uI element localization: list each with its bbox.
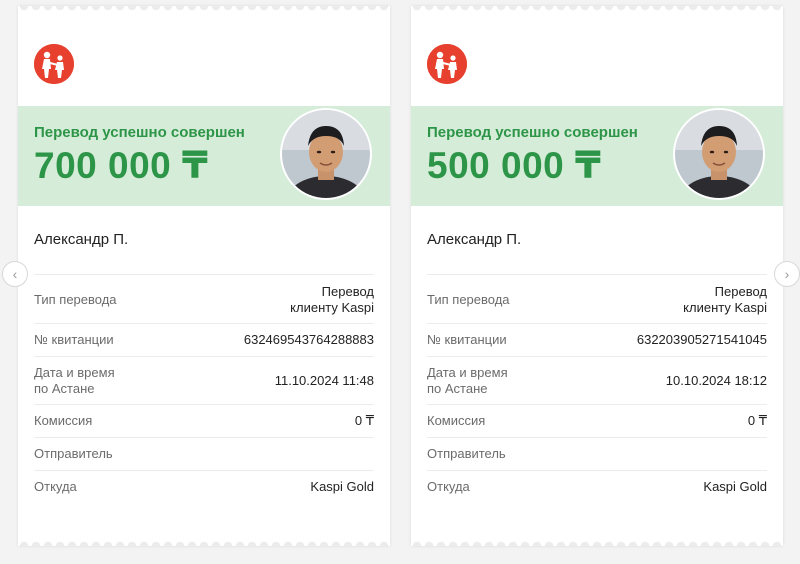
receipt-edge-top — [411, 6, 783, 16]
row-label: Комиссия — [427, 413, 486, 428]
row-label: Откуда — [427, 479, 470, 494]
row-sender: Отправитель — [34, 444, 374, 464]
divider — [34, 356, 374, 357]
row-transfer-type: Тип перевода Перевод клиенту Kaspi — [427, 283, 767, 317]
row-receipt-number: № квитанции 632469543764288883 — [34, 330, 374, 350]
kaspi-logo-icon — [34, 44, 74, 84]
divider — [34, 437, 374, 438]
row-label: № квитанции — [34, 332, 114, 347]
chevron-right-icon[interactable]: › — [774, 261, 800, 287]
success-banner: Перевод успешно совершен 700 000 ₸ — [18, 106, 390, 206]
row-transfer-type: Тип перевода Перевод клиенту Kaspi — [34, 283, 374, 317]
row-value: Kaspi Gold — [310, 479, 374, 494]
row-value: 0 ₸ — [354, 413, 374, 428]
row-source: Откуда Kaspi Gold — [34, 477, 374, 497]
row-value: 632203905271541045 — [636, 332, 767, 347]
row-source: Откуда Kaspi Gold — [427, 477, 767, 497]
row-label: Отправитель — [427, 446, 506, 461]
row-commission: Комиссия 0 ₸ — [427, 411, 767, 431]
transfer-amount: 500 000 ₸ — [427, 145, 602, 186]
recipient-name: Александр П. — [34, 231, 129, 248]
kaspi-logo-icon — [427, 44, 467, 84]
row-value: Перевод клиенту Kaspi — [683, 284, 767, 315]
row-datetime: Дата и время по Астане 10.10.2024 18:12 — [427, 364, 767, 398]
row-value: 0 ₸ — [747, 413, 767, 428]
divider — [34, 404, 374, 405]
row-value: Перевод клиенту Kaspi — [290, 284, 374, 315]
status-title: Перевод успешно совершен — [34, 124, 245, 141]
receipt-edge-bottom — [18, 536, 390, 546]
row-label: Комиссия — [34, 413, 93, 428]
row-label: Тип перевода — [427, 292, 510, 307]
row-label: Дата и время по Астане — [427, 365, 508, 396]
divider — [427, 437, 767, 438]
row-value: 11.10.2024 11:48 — [274, 373, 374, 388]
row-datetime: Дата и время по Астане 11.10.2024 11:48 — [34, 364, 374, 398]
divider — [34, 323, 374, 324]
receipt-edge-bottom — [411, 536, 783, 546]
recipient-avatar — [282, 110, 370, 198]
row-sender: Отправитель — [427, 444, 767, 464]
divider — [427, 470, 767, 471]
transfer-amount: 700 000 ₸ — [34, 145, 209, 186]
chevron-left-icon[interactable]: ‹ — [2, 261, 28, 287]
row-label: № квитанции — [427, 332, 507, 347]
success-banner: Перевод успешно совершен 500 000 ₸ — [411, 106, 783, 206]
row-label: Откуда — [34, 479, 77, 494]
row-commission: Комиссия 0 ₸ — [34, 411, 374, 431]
divider — [34, 274, 374, 275]
row-label: Дата и время по Астане — [34, 365, 115, 396]
divider — [427, 323, 767, 324]
recipient-avatar — [675, 110, 763, 198]
divider — [427, 404, 767, 405]
row-value: Kaspi Gold — [703, 479, 767, 494]
receipt-card: Перевод успешно совершен 700 000 ₸ Алекс… — [18, 6, 390, 546]
divider — [427, 356, 767, 357]
row-value: 10.10.2024 18:12 — [665, 373, 767, 388]
row-label: Тип перевода — [34, 292, 117, 307]
receipt-card: Перевод успешно совершен 500 000 ₸ Алекс… — [411, 6, 783, 546]
divider — [34, 470, 374, 471]
row-receipt-number: № квитанции 632203905271541045 — [427, 330, 767, 350]
receipt-edge-top — [18, 6, 390, 16]
row-value: 632469543764288883 — [243, 332, 374, 347]
row-label: Отправитель — [34, 446, 113, 461]
divider — [427, 274, 767, 275]
recipient-name: Александр П. — [427, 231, 522, 248]
status-title: Перевод успешно совершен — [427, 124, 638, 141]
